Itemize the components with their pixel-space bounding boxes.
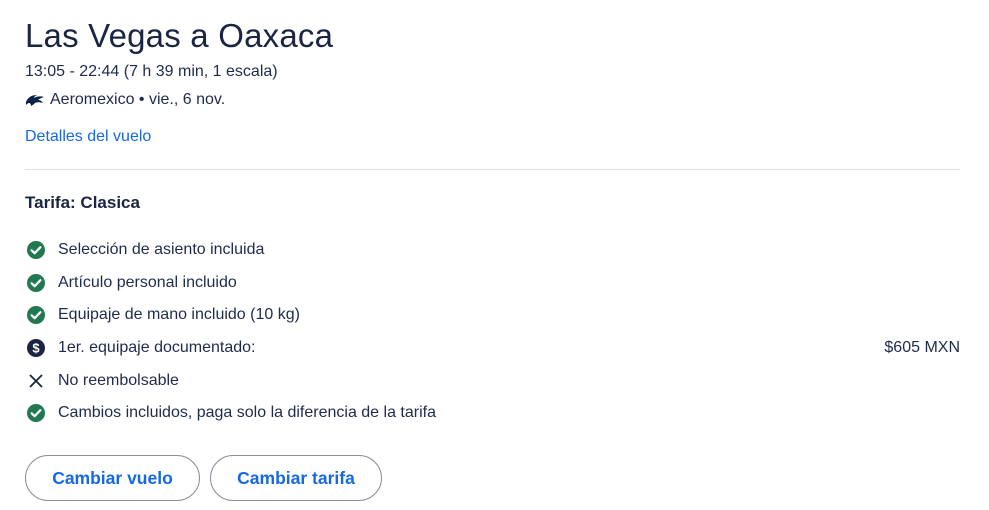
list-item: No reembolsable: [25, 364, 960, 397]
fare-title: Tarifa: Clasica: [25, 193, 140, 212]
feature-label: Cambios incluidos, paga solo la diferenc…: [58, 404, 436, 422]
fare-features-list: Selección de asiento incluida Artículo p…: [25, 234, 960, 430]
list-item: Cambios incluidos, paga solo la diferenc…: [25, 397, 960, 430]
action-buttons: Cambiar vuelo Cambiar tarifa: [25, 455, 382, 501]
check-circle-icon: [25, 272, 47, 294]
change-fare-button[interactable]: Cambiar tarifa: [210, 455, 382, 501]
list-item: Artículo personal incluido: [25, 267, 960, 300]
list-item: $ 1er. equipaje documentado: $605 MXN: [25, 332, 960, 365]
feature-label: Selección de asiento incluida: [58, 241, 265, 259]
divider: [25, 169, 960, 170]
dollar-circle-icon: $: [25, 337, 47, 359]
flight-fare-card: Las Vegas a Oaxaca 13:05 - 22:44 (7 h 39…: [0, 0, 989, 510]
feature-label: Equipaje de mano incluido (10 kg): [58, 306, 300, 324]
airline-info: Aeromexico • vie., 6 nov.: [50, 91, 226, 108]
svg-text:$: $: [32, 341, 40, 356]
page-title: Las Vegas a Oaxaca: [25, 17, 334, 54]
flight-times: 13:05 - 22:44 (7 h 39 min, 1 escala): [25, 63, 278, 80]
feature-label: No reembolsable: [58, 371, 179, 389]
flight-details-link[interactable]: Detalles del vuelo: [25, 127, 151, 147]
feature-label: 1er. equipaje documentado:: [58, 339, 256, 357]
close-x-icon: [25, 370, 47, 392]
check-circle-icon: [25, 239, 47, 261]
baggage-price: $605 MXN: [884, 339, 960, 357]
aeromexico-logo-icon: [25, 92, 45, 108]
feature-label: Artículo personal incluido: [58, 273, 237, 291]
list-item: Selección de asiento incluida: [25, 234, 960, 267]
airline-row: Aeromexico • vie., 6 nov.: [25, 90, 225, 110]
change-flight-button[interactable]: Cambiar vuelo: [25, 455, 200, 501]
check-circle-icon: [25, 304, 47, 326]
list-item: Equipaje de mano incluido (10 kg): [25, 299, 960, 332]
check-circle-icon: [25, 402, 47, 424]
